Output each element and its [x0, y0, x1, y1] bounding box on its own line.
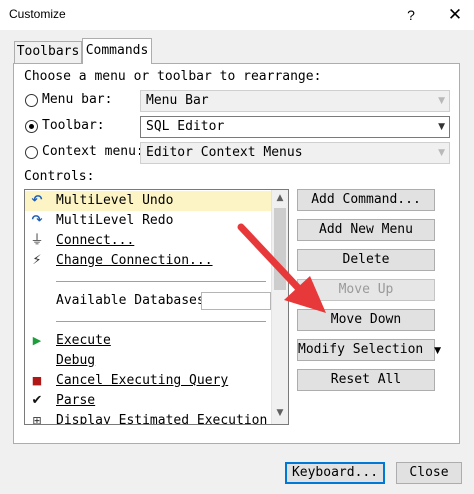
delete-button[interactable]: Delete	[297, 249, 435, 271]
toolbar-combo[interactable]: SQL Editor ▼	[140, 116, 450, 138]
check-icon: ✔	[31, 393, 43, 408]
list-item[interactable]: ▶ Execute	[25, 331, 273, 351]
keyboard-button[interactable]: Keyboard...	[285, 462, 385, 484]
list-item[interactable]: Debug	[25, 351, 273, 371]
context-menu-label: Context menu:	[42, 144, 144, 159]
controls-label: Controls:	[24, 169, 95, 184]
context-menu-value: Editor Context Menus	[146, 145, 303, 160]
menu-bar-label: Menu bar:	[42, 92, 113, 107]
chevron-down-icon: ▼	[438, 148, 445, 158]
scroll-up-icon[interactable]: ▲	[272, 193, 288, 203]
toolbar-radio[interactable]	[25, 120, 38, 133]
list-item[interactable]: ✔ Parse	[25, 391, 273, 411]
toolbar-value: SQL Editor	[146, 119, 225, 134]
context-menu-combo[interactable]: Editor Context Menus ▼	[140, 142, 450, 164]
execution-plan-icon: ⊞	[32, 414, 42, 425]
menu-bar-combo[interactable]: Menu Bar ▼	[140, 90, 450, 112]
title-bar: Customize ? ✕	[0, 0, 474, 30]
chevron-down-icon: ▼	[438, 122, 445, 132]
list-item[interactable]: ■ Cancel Executing Query	[25, 371, 273, 391]
add-command-button[interactable]: Add Command...	[297, 189, 435, 211]
move-up-button[interactable]: Move Up	[297, 279, 435, 301]
undo-icon: ↶	[31, 193, 43, 208]
separator	[56, 321, 266, 322]
list-item[interactable]: ⏚ Connect...	[25, 231, 273, 251]
window-close-button[interactable]: ✕	[442, 2, 468, 28]
separator	[56, 281, 266, 282]
modify-selection-button[interactable]: Modify Selection ▼	[297, 339, 441, 361]
choose-label: Choose a menu or toolbar to rearrange:	[24, 69, 322, 84]
help-button[interactable]: ?	[398, 2, 424, 28]
play-icon: ▶	[32, 334, 42, 347]
toolbar-label: Toolbar:	[42, 118, 105, 133]
chevron-down-icon: ▼	[438, 96, 445, 106]
caret-down-icon: ▼	[434, 346, 441, 356]
tab-commands[interactable]: Commands	[82, 38, 152, 64]
add-new-menu-button[interactable]: Add New Menu	[297, 219, 435, 241]
tab-toolbars[interactable]: Toolbars	[14, 41, 82, 63]
change-connection-icon: ⚡	[32, 253, 42, 268]
scroll-down-icon[interactable]: ▼	[272, 408, 288, 418]
move-down-button[interactable]: Move Down	[297, 309, 435, 331]
available-databases-input[interactable]	[201, 292, 271, 310]
list-item[interactable]: ⚡ Change Connection...	[25, 251, 273, 271]
list-item[interactable]: ↷ MultiLevel Redo	[25, 211, 273, 231]
list-item[interactable]: ⊞ Display Estimated Execution Pl	[25, 411, 288, 425]
plug-icon: ⏚	[30, 233, 44, 248]
menu-bar-radio[interactable]	[25, 94, 38, 107]
modify-selection-label: Modify Selection	[298, 342, 424, 357]
list-item[interactable]: ↶ MultiLevel Undo	[25, 191, 273, 211]
controls-scrollbar[interactable]: ▲ ▼	[271, 190, 288, 424]
reset-all-button[interactable]: Reset All	[297, 369, 435, 391]
context-menu-radio[interactable]	[25, 146, 38, 159]
scrollbar-thumb[interactable]	[274, 208, 286, 290]
window-title: Customize	[9, 7, 66, 21]
menu-bar-value: Menu Bar	[146, 93, 209, 108]
redo-icon: ↷	[31, 213, 43, 228]
close-button[interactable]: Close	[396, 462, 462, 484]
stop-icon: ■	[31, 374, 43, 387]
